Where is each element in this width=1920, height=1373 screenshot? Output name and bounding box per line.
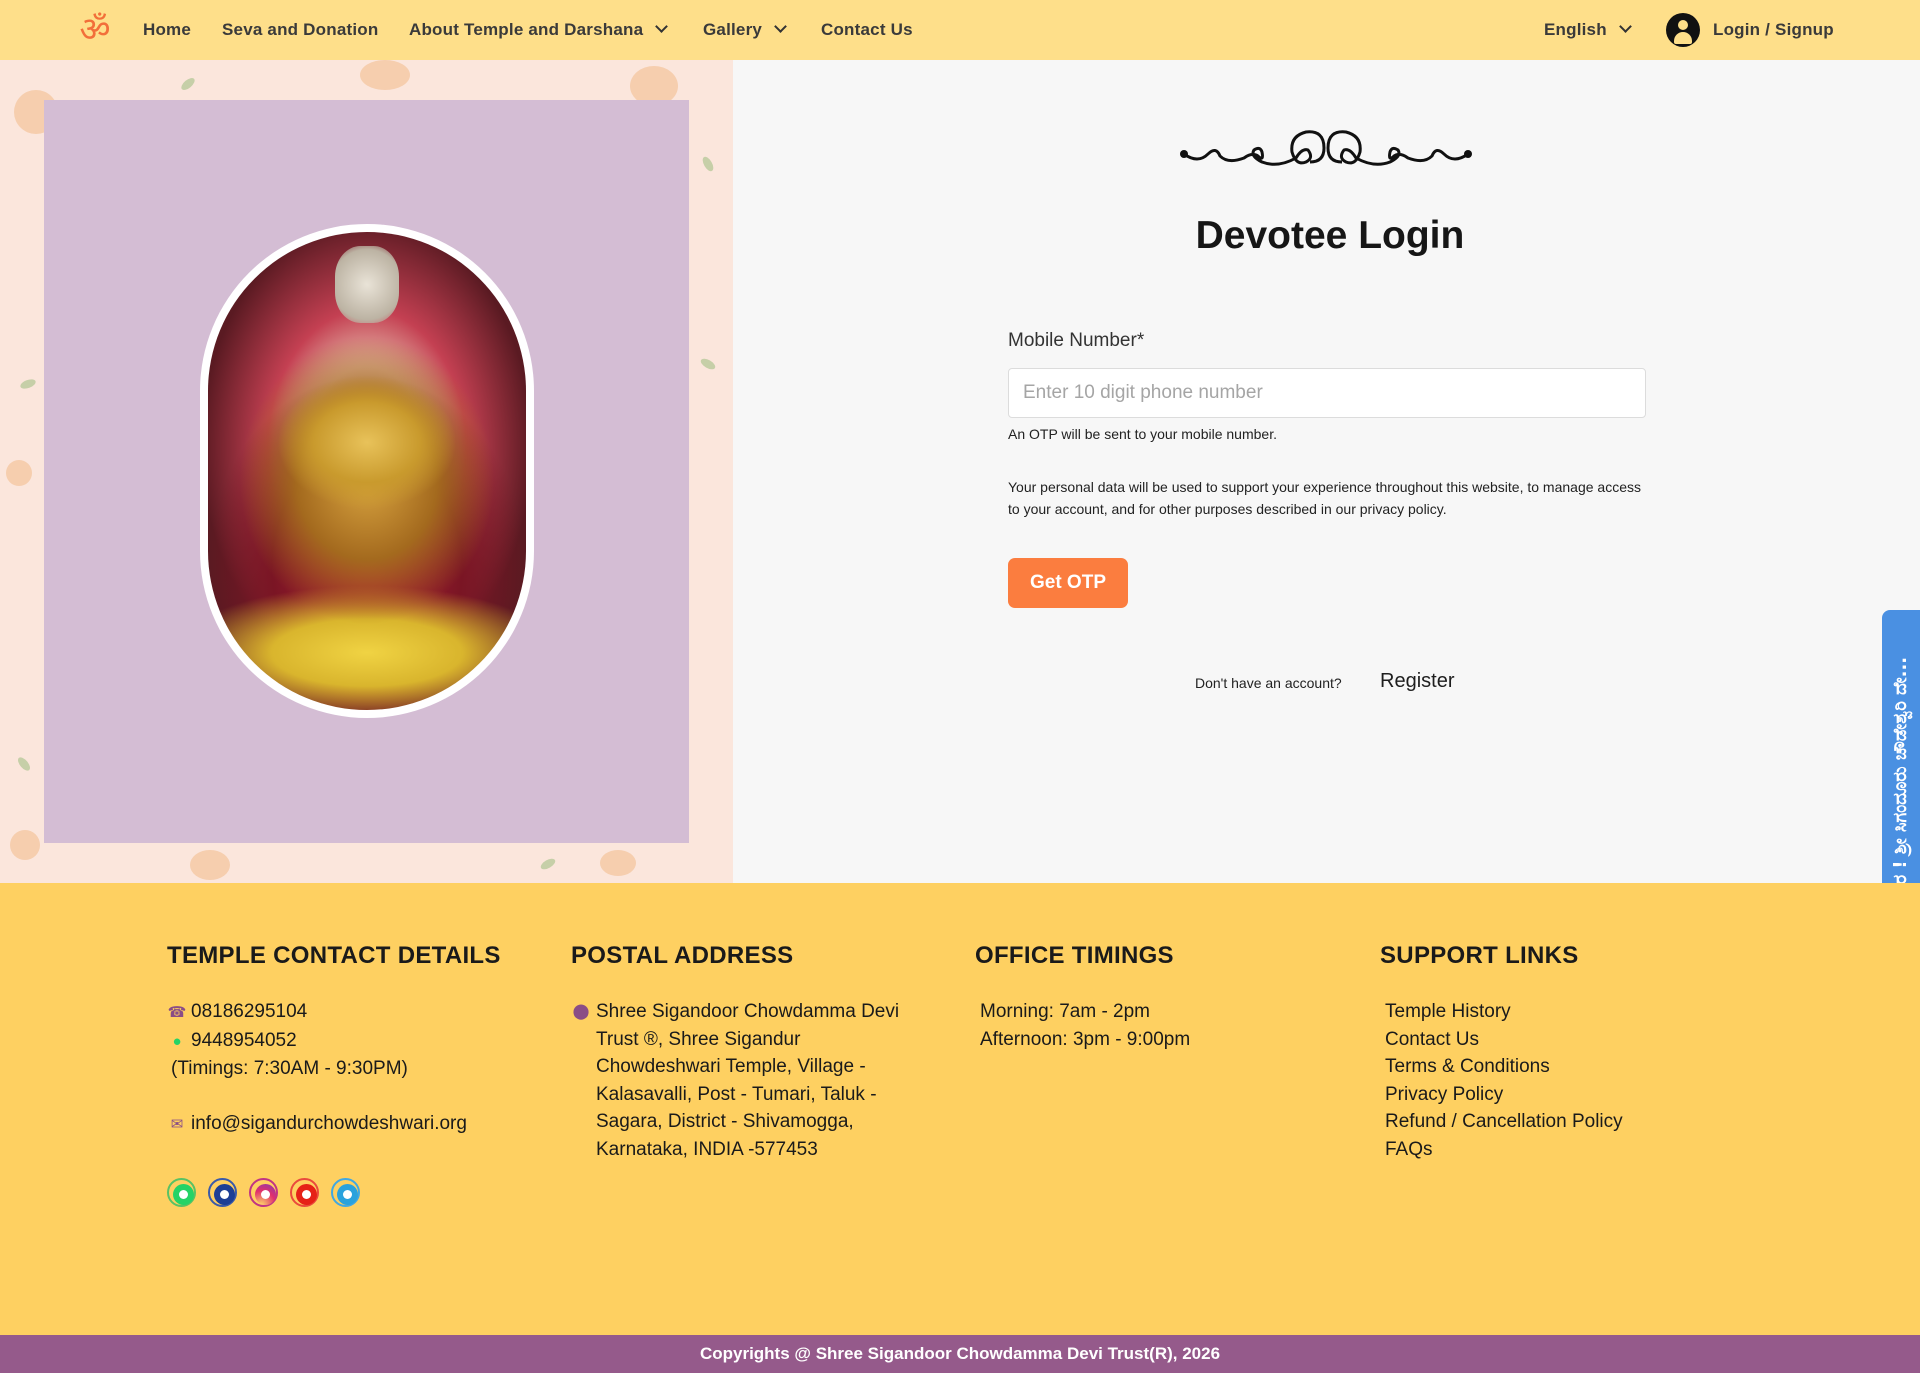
otp-info-text: An OTP will be sent to your mobile numbe…	[1008, 426, 1277, 442]
user-account-icon[interactable]	[1666, 13, 1700, 47]
copyright-bar: Copyrights @ Shree Sigandoor Chowdamma D…	[0, 1335, 1920, 1373]
support-link-temple-history[interactable]: Temple History	[1385, 998, 1623, 1026]
support-link-refund[interactable]: Refund / Cancellation Policy	[1385, 1108, 1623, 1136]
get-otp-button[interactable]: Get OTP	[1008, 558, 1128, 608]
youtube-icon[interactable]	[290, 1178, 319, 1207]
nav-contact-link[interactable]: Contact Us	[821, 0, 913, 60]
nav-gallery-dropdown[interactable]: Gallery	[703, 0, 787, 60]
mobile-number-label: Mobile Number*	[1008, 330, 1145, 351]
facebook-icon[interactable]	[208, 1178, 237, 1207]
phone-icon: ☎	[167, 1004, 187, 1021]
chevron-down-icon	[655, 20, 669, 33]
floral-pattern	[6, 460, 32, 486]
decorative-ornament-icon	[1180, 130, 1472, 166]
nav-gallery-label: Gallery	[703, 20, 763, 39]
leaf-pattern	[700, 155, 716, 173]
register-link[interactable]: Register	[1380, 670, 1454, 693]
floral-pattern	[360, 60, 410, 90]
footer-phone[interactable]: ☎ 08186295104	[167, 998, 501, 1027]
no-account-text: Don't have an account?	[1195, 675, 1342, 691]
footer-support-column: SUPPORT LINKS Temple History Contact Us …	[1380, 942, 1623, 1163]
footer-email[interactable]: ✉ info@sigandurchowdeshwari.org	[167, 1110, 501, 1139]
page-title: Devotee Login	[1195, 214, 1465, 257]
social-links	[167, 1178, 360, 1207]
support-link-contact[interactable]: Contact Us	[1385, 1026, 1623, 1054]
footer-whatsapp-number: 9448954052	[191, 1029, 297, 1051]
telegram-icon[interactable]	[331, 1178, 360, 1207]
address-line: Karnataka, INDIA -577453	[596, 1138, 818, 1160]
top-navbar: ॐ Home Seva and Donation About Temple an…	[0, 0, 1920, 60]
address-line: Kalasavalli, Post - Tumari, Taluk -	[596, 1083, 877, 1105]
footer-contact-heading: TEMPLE CONTACT DETAILS	[167, 942, 501, 969]
footer-office-heading: OFFICE TIMINGS	[975, 942, 1174, 969]
location-pin-icon: ⬤	[572, 1003, 590, 1020]
footer-contact-column: TEMPLE CONTACT DETAILS ☎ 08186295104 ● 944…	[167, 942, 501, 1138]
nav-home-link[interactable]: Home	[143, 0, 191, 60]
nav-seva-donation-link[interactable]: Seva and Donation	[222, 0, 378, 60]
leaf-pattern	[699, 356, 717, 372]
chevron-down-icon	[774, 20, 787, 33]
office-afternoon: Afternoon: 3pm - 9:00pm	[980, 1028, 1191, 1050]
address-line: Sagara, District - Shivamogga,	[596, 1111, 854, 1132]
footer-address: ⬤ Shree Sigandoor Chowdamma Devi Trust ®…	[571, 998, 900, 1163]
leaf-pattern	[179, 75, 197, 93]
floral-pattern	[190, 850, 230, 880]
whatsapp-icon[interactable]	[167, 1178, 196, 1207]
whatsapp-icon: ●	[172, 1032, 182, 1050]
language-selector[interactable]: English	[1544, 0, 1632, 60]
email-icon: ✉	[170, 1115, 184, 1133]
floral-pattern	[10, 830, 40, 860]
footer-support-heading: SUPPORT LINKS	[1380, 942, 1579, 969]
privacy-notice: Your personal data will be used to suppo…	[1008, 479, 1641, 517]
leaf-pattern	[15, 755, 33, 773]
footer-timings: (Timings: 7:30AM - 9:30PM)	[171, 1058, 408, 1079]
instagram-icon[interactable]	[249, 1178, 278, 1207]
footer-postal-column: POSTAL ADDRESS ⬤ Shree Sigandoor Chowdam…	[571, 942, 899, 1163]
language-label: English	[1544, 20, 1607, 39]
address-line: Chowdeshwari Temple, Village -	[596, 1056, 866, 1077]
address-line: Shree Sigandoor Chowdamma Devi	[596, 1001, 900, 1022]
support-link-privacy[interactable]: Privacy Policy	[1385, 1081, 1623, 1109]
footer-phone-number: 08186295104	[191, 1001, 308, 1022]
support-link-terms[interactable]: Terms & Conditions	[1385, 1053, 1623, 1081]
footer-postal-heading: POSTAL ADDRESS	[571, 942, 794, 969]
om-logo-icon[interactable]: ॐ	[76, 10, 114, 50]
leaf-pattern	[19, 377, 37, 391]
deity-photo-frame	[200, 224, 534, 718]
deity-photo	[208, 232, 526, 710]
chevron-down-icon	[1618, 20, 1632, 33]
nav-about-temple-label: About Temple and Darshana	[409, 20, 644, 39]
leaf-pattern	[539, 856, 557, 872]
address-line: Trust ®, Shree Sigandur	[596, 1028, 801, 1050]
footer-whatsapp[interactable]: ● 9448954052	[167, 1027, 501, 1056]
footer-email-address: info@sigandurchowdeshwari.org	[191, 1112, 467, 1134]
login-signup-link[interactable]: Login / Signup	[1713, 0, 1834, 60]
floral-pattern	[600, 850, 636, 876]
office-morning: Morning: 7am - 2pm	[980, 1001, 1151, 1022]
nav-about-temple-dropdown[interactable]: About Temple and Darshana	[409, 0, 669, 60]
mobile-number-input[interactable]	[1008, 368, 1646, 418]
support-link-faqs[interactable]: FAQs	[1385, 1136, 1623, 1164]
footer-office-column: OFFICE TIMINGS Morning: 7am - 2pm Aftern…	[975, 942, 1190, 1053]
